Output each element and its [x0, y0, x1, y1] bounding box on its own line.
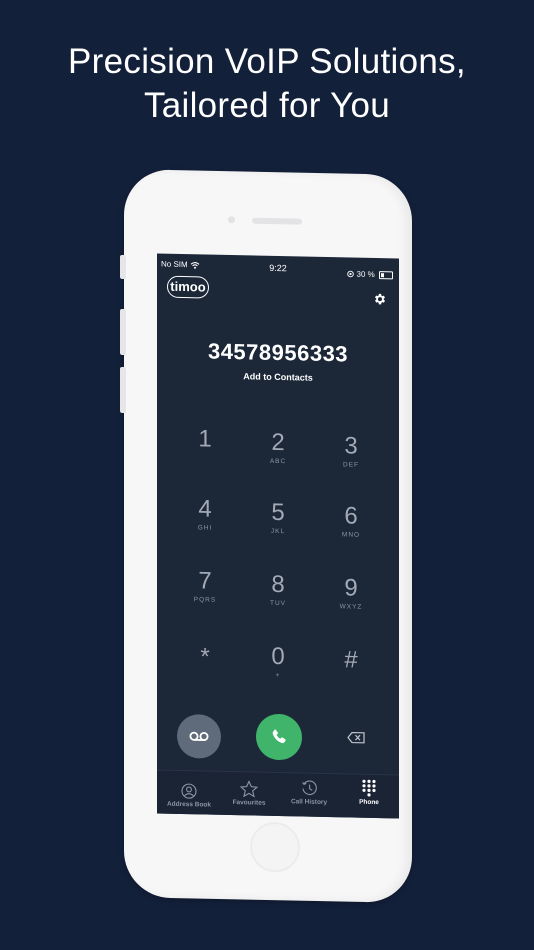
key-digit: 3 — [344, 432, 358, 460]
tab-label: Address Book — [166, 800, 212, 809]
dialpad-icon — [362, 779, 376, 797]
side-button-volume-down — [120, 366, 126, 414]
phone-screen: No SIM 9:22 30 % timoo 34578956333 Add t… — [157, 253, 399, 819]
dialed-number: 34578956333 — [207, 338, 349, 367]
key-letters: ABC — [269, 457, 287, 466]
key-letters: WXYZ — [339, 603, 363, 611]
headline: Precision VoIP Solutions, Tailored for Y… — [0, 40, 534, 128]
tab-address-book[interactable]: Address Book — [159, 783, 219, 809]
battery-icon — [379, 271, 393, 280]
battery-status: 30 % — [347, 269, 393, 280]
headline-line-1: Precision VoIP Solutions, — [68, 42, 466, 81]
star-icon — [240, 780, 258, 798]
headline-line-2: Tailored for You — [143, 86, 391, 125]
status-bar: No SIM 9:22 30 % — [157, 257, 399, 280]
key-2[interactable]: 2 ABC — [248, 429, 308, 490]
key-letters — [175, 454, 235, 455]
clock-history-icon — [301, 780, 317, 795]
key-hash[interactable]: # — [321, 646, 381, 708]
gear-icon[interactable] — [373, 292, 387, 306]
key-digit: 8 — [271, 570, 285, 599]
person-circle-icon — [181, 783, 197, 799]
key-9[interactable]: 9 WXYZ — [321, 574, 381, 636]
key-3[interactable]: 3 DEF — [321, 432, 381, 494]
key-digit: 7 — [198, 567, 212, 595]
phone-icon — [272, 729, 286, 744]
key-letters — [321, 675, 381, 676]
key-letters: GHI — [197, 524, 213, 532]
call-button[interactable] — [256, 713, 302, 761]
dial-keypad: 1 2 ABC 3 DEF 4 GHI 5 JKL 6 MNO 7 PQRS 8 — [167, 425, 389, 679]
key-digit: 6 — [344, 502, 358, 530]
key-7[interactable]: 7 PQRS — [175, 567, 235, 629]
tab-favourites[interactable]: Favourites — [219, 780, 279, 807]
key-5[interactable]: 5 JKL — [248, 499, 308, 560]
tab-call-history[interactable]: Call History — [279, 779, 339, 806]
key-letters: DEF — [343, 461, 359, 469]
key-0[interactable]: 0 + — [248, 643, 308, 704]
key-letters — [175, 672, 235, 673]
key-digit: * — [200, 643, 210, 671]
side-button-volume-up — [120, 308, 126, 356]
location-icon — [347, 271, 355, 278]
key-letters: JKL — [270, 527, 286, 536]
key-8[interactable]: 8 TUV — [248, 571, 308, 632]
key-letters: + — [275, 671, 281, 680]
key-letters: PQRS — [193, 596, 217, 604]
key-digit: 9 — [344, 574, 358, 602]
side-button-mute — [120, 254, 126, 280]
voicemail-icon — [189, 731, 209, 741]
tab-label: Call History — [290, 798, 328, 807]
key-1[interactable]: 1 — [175, 425, 235, 487]
key-digit: 2 — [271, 428, 285, 457]
key-4[interactable]: 4 GHI — [175, 495, 235, 557]
key-digit: 0 — [271, 642, 285, 671]
key-6[interactable]: 6 MNO — [321, 502, 381, 564]
key-digit: 1 — [198, 425, 212, 453]
key-digit: # — [344, 646, 358, 674]
key-star[interactable]: * — [175, 643, 235, 705]
timoo-logo: timoo — [167, 275, 209, 299]
battery-percent: 30 % — [356, 269, 375, 280]
tab-label: Favourites — [232, 799, 266, 807]
key-letters: MNO — [341, 531, 361, 539]
add-to-contacts-link[interactable]: Add to Contacts — [157, 369, 399, 384]
earpiece-speaker — [252, 217, 302, 225]
home-button[interactable] — [250, 821, 300, 873]
tab-bar: Address Book Favourites Call History Pho… — [157, 769, 399, 819]
voicemail-button[interactable] — [177, 713, 221, 759]
tab-label: Phone — [359, 798, 379, 807]
front-camera — [228, 216, 235, 224]
tab-phone[interactable]: Phone — [339, 778, 399, 806]
key-digit: 5 — [271, 498, 285, 527]
backspace-icon[interactable] — [347, 731, 365, 744]
key-digit: 4 — [198, 495, 212, 523]
key-letters: TUV — [270, 599, 286, 608]
